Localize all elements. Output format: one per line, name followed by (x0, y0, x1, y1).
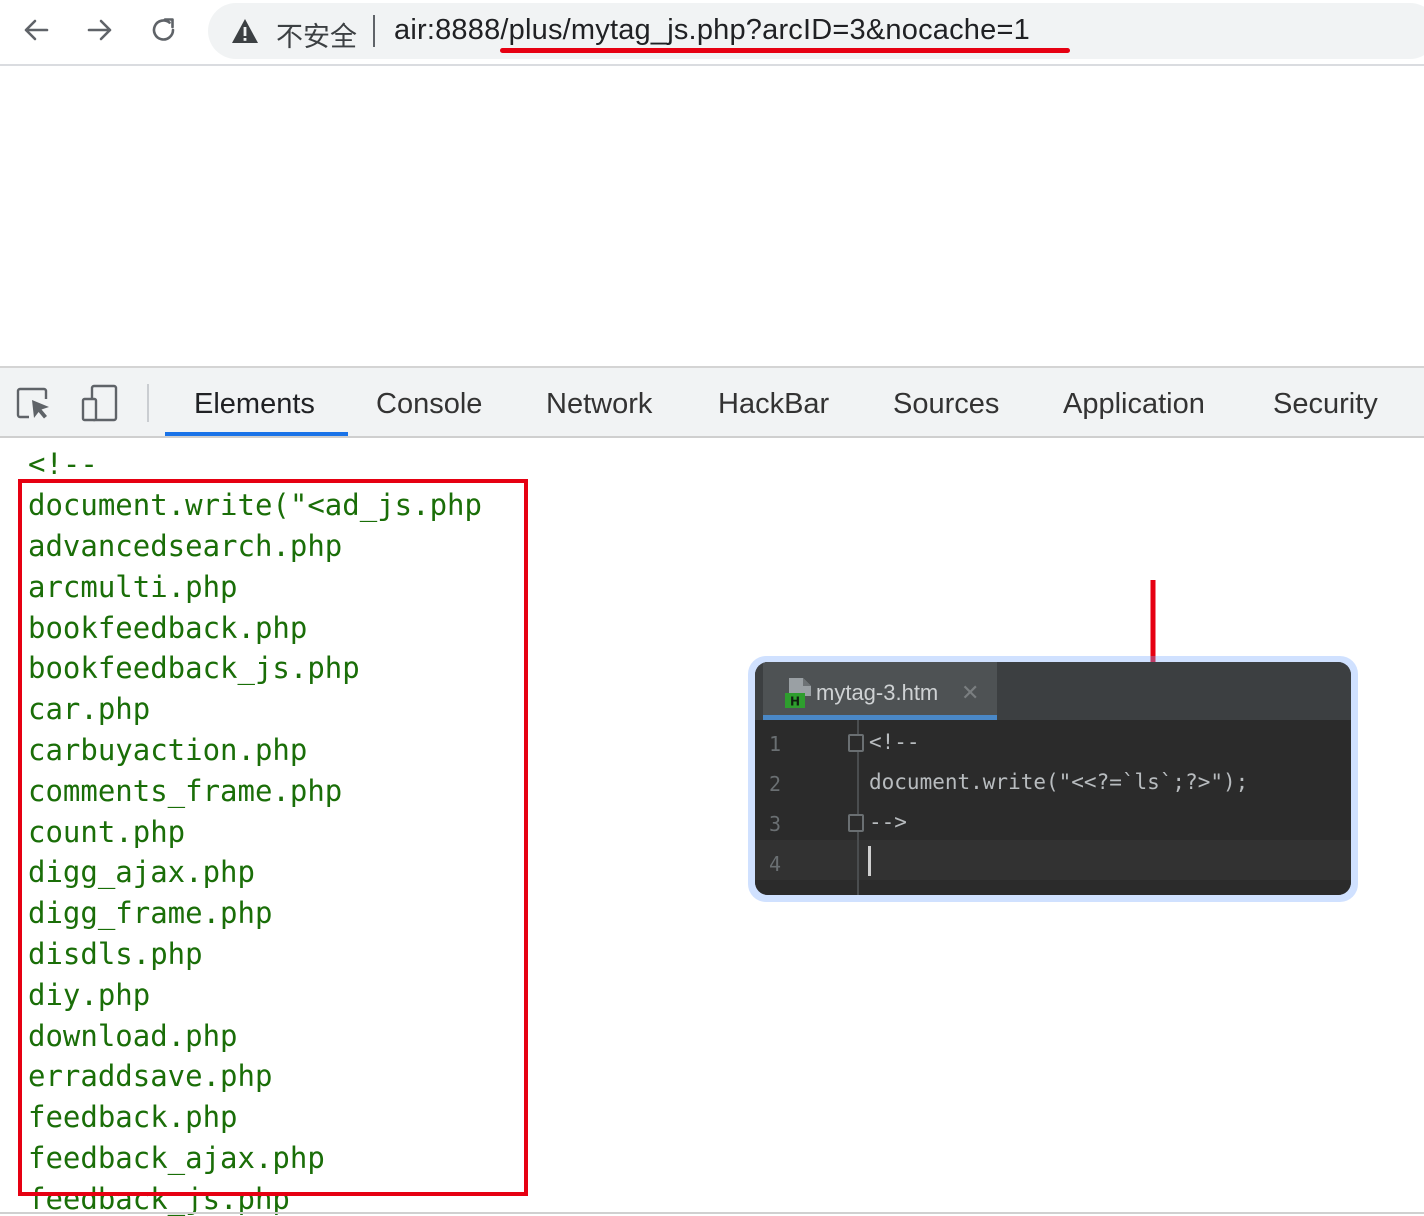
arrow-left-icon (24, 19, 49, 41)
line-number: 2 (769, 772, 782, 796)
tab-security[interactable]: Security (1273, 368, 1378, 438)
line-number: 4 (769, 852, 782, 876)
editor-tab-label: mytag-3.htm (816, 680, 939, 705)
warning-icon[interactable] (230, 17, 260, 45)
html-file-icon: H (785, 678, 811, 709)
editor-content[interactable]: 1 2 3 4 <!-- document.write("<<?=`ls`;?>… (755, 720, 1351, 895)
close-icon[interactable]: ✕ (961, 680, 979, 706)
back-button[interactable] (14, 10, 58, 50)
omnibox-divider (373, 15, 375, 47)
tab-hackbar[interactable]: HackBar (718, 368, 829, 438)
active-tab-indicator (165, 432, 348, 436)
inspect-element-icon[interactable] (14, 383, 54, 423)
editor-tab-mytag[interactable]: H mytag-3.htm ✕ (763, 662, 997, 720)
code-line[interactable]: <!-- (28, 447, 98, 481)
text-caret (868, 846, 871, 876)
editor-tabbar: H mytag-3.htm ✕ (755, 662, 1351, 720)
fold-marker-icon[interactable] (848, 814, 864, 832)
tab-elements[interactable]: Elements (194, 368, 315, 438)
tab-console[interactable]: Console (376, 368, 482, 438)
devtools-tabbar: Elements Console Network HackBar Sources… (0, 366, 1424, 438)
page-content (0, 68, 1424, 366)
toolbar-divider (147, 384, 149, 422)
browser-toolbar: 不安全 air:8888/plus/mytag_js.php?arcID=3&n… (0, 0, 1424, 66)
line-number: 3 (769, 812, 782, 836)
line-number: 1 (769, 732, 782, 756)
editor-code-line[interactable]: <!-- (869, 730, 920, 754)
forward-button[interactable] (78, 10, 122, 50)
url-text[interactable]: air:8888/plus/mytag_js.php?arcID=3&nocac… (394, 14, 1030, 47)
highlight-box (18, 479, 528, 1196)
insecure-label[interactable]: 不安全 (276, 15, 357, 54)
current-line-highlight (755, 840, 1351, 880)
bottom-divider (0, 1212, 1424, 1214)
device-toggle-icon[interactable] (80, 383, 120, 423)
tab-application[interactable]: Application (1063, 368, 1205, 438)
editor-code-line[interactable]: --> (869, 810, 907, 834)
editor-code-line[interactable]: document.write("<<?=`ls`;?>"); (869, 770, 1248, 794)
tab-network[interactable]: Network (546, 368, 652, 438)
tab-sources[interactable]: Sources (893, 368, 999, 438)
reload-icon (152, 18, 175, 41)
fold-marker-icon[interactable] (848, 734, 864, 752)
file-badge-letter: H (790, 695, 800, 709)
url-annotation-underline (500, 48, 1070, 53)
reload-button[interactable] (142, 10, 186, 50)
arrow-right-icon (87, 19, 112, 41)
code-editor-window: H mytag-3.htm ✕ 1 2 3 4 <!-- document.wr… (755, 662, 1351, 895)
